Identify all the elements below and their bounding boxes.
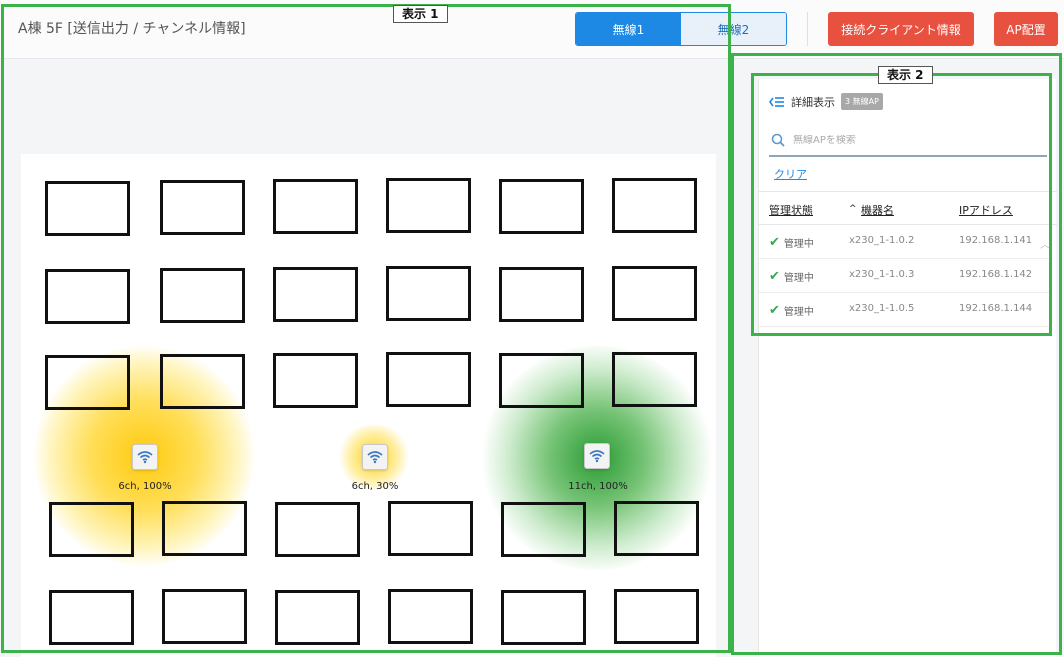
header-bar: A棟 5F [送信出力 / チャンネル情報] 無線1 無線2 接続クライアント情… <box>0 0 1064 59</box>
room <box>273 179 358 234</box>
room <box>275 590 360 645</box>
ap-list-panel: 詳細表示 3 無線AP クリア 管理状態 ^ 機器名 IPアドレス ✔ 管理中 … <box>758 79 1057 657</box>
wifi-icon <box>137 451 153 464</box>
room <box>160 180 245 235</box>
detail-label: 詳細表示 <box>791 95 835 109</box>
check-icon: ✔ <box>769 235 780 250</box>
room <box>388 501 473 556</box>
device-name-cell: x230_1-1.0.5 <box>849 303 915 314</box>
room <box>499 353 584 408</box>
room <box>499 179 584 234</box>
page-title: A棟 5F [送信出力 / チャンネル情報] <box>18 21 246 37</box>
room <box>388 589 473 644</box>
room <box>49 590 134 645</box>
room <box>614 589 699 644</box>
check-icon: ✔ <box>769 303 780 318</box>
room <box>160 268 245 323</box>
room <box>160 354 245 409</box>
room <box>45 181 130 236</box>
room <box>49 502 134 557</box>
annotation-label-display-1: 表示 1 <box>393 5 448 23</box>
column-device-name[interactable]: 機器名 <box>861 202 894 218</box>
room <box>612 352 697 407</box>
annotation-label-display-2: 表示 2 <box>878 66 933 84</box>
device-name-cell: x230_1-1.0.3 <box>849 269 915 280</box>
table-row[interactable]: ✔ 管理中 x230_1-1.0.5 192.168.1.144 <box>759 293 1049 327</box>
room <box>273 267 358 322</box>
status-cell: ✔ 管理中 <box>769 269 814 284</box>
client-info-button[interactable]: 接続クライアント情報 <box>828 12 974 46</box>
radio-segmented-control: 無線1 無線2 <box>575 12 787 46</box>
wifi-icon <box>589 450 605 463</box>
room <box>612 178 697 233</box>
room <box>501 502 586 557</box>
room <box>386 178 471 233</box>
scroll-up-icon[interactable]: ︿ <box>1040 236 1050 251</box>
ip-address-cell: 192.168.1.142 <box>959 269 1033 280</box>
floor-map[interactable]: 6ch, 100% 6ch, 30% 11ch, 100% <box>21 154 716 657</box>
room <box>162 501 247 556</box>
ap-label-1: 6ch, 100% <box>118 481 172 492</box>
search-icon <box>771 133 785 147</box>
access-point-2[interactable] <box>362 444 388 470</box>
room <box>386 266 471 321</box>
ap-search-box <box>769 125 1047 157</box>
status-text: 管理中 <box>783 307 814 318</box>
ap-label-2: 6ch, 30% <box>351 481 399 492</box>
status-cell: ✔ 管理中 <box>769 235 814 250</box>
room <box>162 589 247 644</box>
room <box>45 355 130 410</box>
room <box>614 501 699 556</box>
access-point-3[interactable] <box>584 443 610 469</box>
room <box>273 353 358 408</box>
tab-radio-2[interactable]: 無線2 <box>681 13 786 45</box>
room <box>45 269 130 324</box>
list-collapse-icon <box>769 96 784 107</box>
table-row[interactable]: ✔ 管理中 x230_1-1.0.2 192.168.1.141 <box>759 225 1049 259</box>
check-icon: ✔ <box>769 269 780 284</box>
status-text: 管理中 <box>783 239 814 250</box>
device-name-cell: x230_1-1.0.2 <box>849 235 915 246</box>
tab-radio-1[interactable]: 無線1 <box>576 13 681 45</box>
ap-count-badge: 3 無線AP <box>841 93 883 110</box>
wifi-icon <box>367 451 383 464</box>
ap-search-input[interactable] <box>793 134 1033 146</box>
room <box>501 590 586 645</box>
room <box>612 266 697 321</box>
status-cell: ✔ 管理中 <box>769 303 814 318</box>
ip-address-cell: 192.168.1.144 <box>959 303 1033 314</box>
sort-asc-icon: ^ <box>849 204 857 214</box>
room <box>386 352 471 407</box>
ip-address-cell: 192.168.1.141 <box>959 235 1033 246</box>
header-divider <box>807 12 808 46</box>
ap-placement-button[interactable]: AP配置 <box>994 12 1058 46</box>
room <box>499 267 584 322</box>
status-text: 管理中 <box>783 273 814 284</box>
access-point-1[interactable] <box>132 444 158 470</box>
clear-link[interactable]: クリア <box>774 166 807 182</box>
table-header: 管理状態 ^ 機器名 IPアドレス <box>759 191 1057 225</box>
column-status[interactable]: 管理状態 <box>769 202 813 218</box>
column-ip-address[interactable]: IPアドレス <box>959 202 1013 218</box>
ap-label-3: 11ch, 100% <box>568 481 628 492</box>
table-row[interactable]: ✔ 管理中 x230_1-1.0.3 192.168.1.142 <box>759 259 1049 293</box>
detail-toggle[interactable]: 詳細表示 3 無線AP <box>769 93 883 110</box>
room <box>275 502 360 557</box>
